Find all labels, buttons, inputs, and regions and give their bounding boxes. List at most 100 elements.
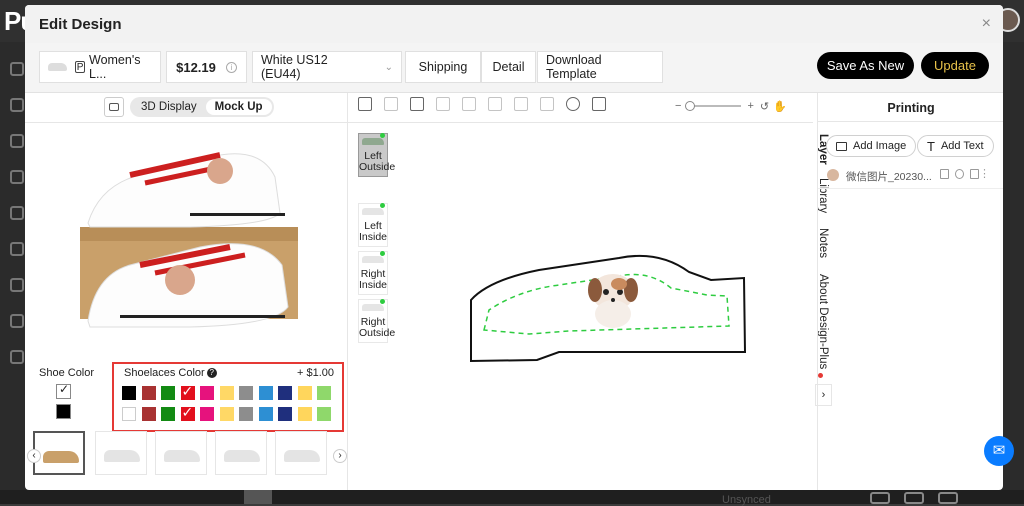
chevron-right-icon[interactable]: › — [333, 449, 347, 463]
lace-color-swatch[interactable] — [141, 407, 156, 421]
info-icon[interactable]: i — [225, 61, 237, 73]
view-switch[interactable]: 3D Display Mock Up — [130, 97, 274, 117]
align-left-icon[interactable] — [436, 97, 450, 111]
thumbnail-item[interactable] — [215, 431, 267, 475]
thumbnail-item[interactable] — [275, 431, 327, 475]
product-p-icon: P — [75, 61, 85, 73]
lace-color-swatch[interactable] — [239, 386, 253, 400]
help-icon[interactable]: ? — [206, 368, 217, 378]
detail-button[interactable]: Detail — [481, 51, 536, 83]
download-template-button[interactable]: Download Template — [537, 51, 663, 83]
zoom-slider[interactable] — [685, 101, 742, 111]
align-middle-icon[interactable] — [540, 97, 554, 111]
puppy-print-bottom — [165, 265, 195, 295]
layer-row[interactable]: 微信图片_20230... ⋮ — [818, 167, 1003, 185]
part-item[interactable]: Left Inside — [358, 203, 388, 247]
lace-color-swatch[interactable] — [122, 386, 136, 400]
variant-dropdown[interactable]: White US12 (EU44) ⌄ — [252, 51, 402, 83]
zoom-in-icon[interactable]: + — [747, 100, 753, 112]
lace-color-swatch[interactable] — [317, 386, 331, 400]
lace-color-swatch[interactable] — [161, 386, 175, 400]
editor-toolbar — [358, 97, 618, 115]
lace-color-swatch[interactable] — [161, 407, 175, 421]
part-label: Right Inside — [359, 268, 388, 291]
lace-color-swatch[interactable] — [219, 386, 234, 400]
modal-title: Edit Design — [39, 16, 122, 33]
lace-color-swatch[interactable] — [258, 407, 273, 421]
status-dot — [380, 251, 385, 256]
lace-color-swatch[interactable] — [122, 407, 136, 421]
shoelaces-color-section: Shoelaces Color? + $1.00 — [112, 362, 344, 432]
divider — [818, 188, 1003, 189]
tab-3d-display[interactable]: 3D Display — [132, 99, 206, 115]
mockup-image — [80, 152, 298, 328]
lace-color-swatch[interactable] — [200, 407, 214, 421]
update-button[interactable]: Update — [921, 52, 989, 79]
lace-color-swatch[interactable] — [278, 407, 292, 421]
part-label: Left Outside — [359, 150, 396, 173]
save-as-new-button[interactable]: Save As New — [817, 52, 914, 79]
puppy-print-top — [207, 158, 233, 184]
shoe-color-white[interactable]: ✓ — [56, 382, 71, 399]
lace-color-swatch[interactable] — [297, 407, 312, 421]
close-icon[interactable]: × — [982, 15, 991, 33]
align-right-icon[interactable] — [488, 97, 502, 111]
zoom-out-icon[interactable]: − — [675, 100, 681, 112]
price-box: $12.19 i — [166, 51, 247, 83]
view-toggle: 3D Display Mock Up — [104, 97, 274, 117]
thumbnail-item[interactable] — [33, 431, 85, 475]
thumbnail-item[interactable] — [155, 431, 207, 475]
chevron-left-icon[interactable]: ‹ — [27, 449, 41, 463]
background-bottom-bar — [0, 490, 1024, 504]
lace-color-swatch[interactable] — [239, 407, 253, 421]
add-image-button[interactable]: Add Image — [826, 135, 917, 157]
hand-icon[interactable]: ✋ — [773, 100, 787, 113]
lace-color-swatch[interactable] — [278, 386, 292, 400]
status-dot — [380, 203, 385, 208]
part-item[interactable]: Left Outside — [358, 133, 396, 177]
redo-icon[interactable] — [384, 97, 398, 111]
clock-icon[interactable] — [566, 97, 580, 111]
frame-icon[interactable] — [592, 97, 606, 111]
add-text-button[interactable]: T Add Text — [917, 135, 994, 157]
lace-color-swatch[interactable] — [180, 383, 195, 400]
part-item[interactable]: Right Outside — [358, 299, 396, 343]
lace-color-swatch[interactable] — [141, 386, 156, 400]
divider — [818, 121, 1003, 122]
eye-icon[interactable] — [955, 169, 964, 179]
drag-icon[interactable]: ⋮ — [979, 167, 990, 180]
status-dot — [380, 133, 385, 138]
undo-icon[interactable] — [358, 97, 372, 111]
printing-panel: Printing Add Image T Add Text 微信图片_20230.… — [817, 93, 1003, 490]
design-toolbar: P Women's L... $12.19 i White US12 (EU44… — [25, 43, 1003, 93]
part-item[interactable]: Right Inside — [358, 251, 388, 295]
lace-color-swatch[interactable] — [317, 407, 331, 421]
zoom-control: − + ↺ ✋ — [675, 99, 787, 113]
camera-icon[interactable] — [104, 97, 124, 117]
align-center-icon[interactable] — [462, 97, 476, 111]
rotate-icon[interactable]: ↺ — [760, 100, 769, 113]
grid-icon[interactable] — [410, 97, 424, 111]
lace-color-swatch[interactable] — [180, 404, 195, 421]
shoe-color-black[interactable] — [56, 404, 71, 419]
part-label: Right Outside — [359, 316, 396, 339]
design-canvas[interactable] — [389, 130, 813, 485]
status-dot — [380, 299, 385, 304]
trash-icon[interactable] — [940, 169, 949, 179]
background-chip — [244, 490, 272, 504]
price-value: $12.19 — [176, 59, 216, 75]
lace-color-swatch[interactable] — [200, 386, 214, 400]
lace-color-swatch[interactable] — [258, 386, 273, 400]
shipping-button[interactable]: Shipping — [405, 51, 481, 83]
part-thumbnail — [362, 208, 384, 215]
lace-color-swatch[interactable] — [297, 386, 312, 400]
product-selector[interactable]: P Women's L... — [39, 51, 161, 83]
thumbnail-item[interactable] — [95, 431, 147, 475]
variant-value: White US12 (EU44) — [261, 53, 328, 81]
messenger-icon[interactable]: ✉ — [984, 436, 1014, 466]
tab-mock-up[interactable]: Mock Up — [205, 99, 272, 115]
layer-thumbnail — [827, 169, 839, 181]
align-top-icon[interactable] — [514, 97, 528, 111]
lock-icon[interactable] — [970, 169, 979, 179]
lace-color-swatch[interactable] — [219, 407, 234, 421]
